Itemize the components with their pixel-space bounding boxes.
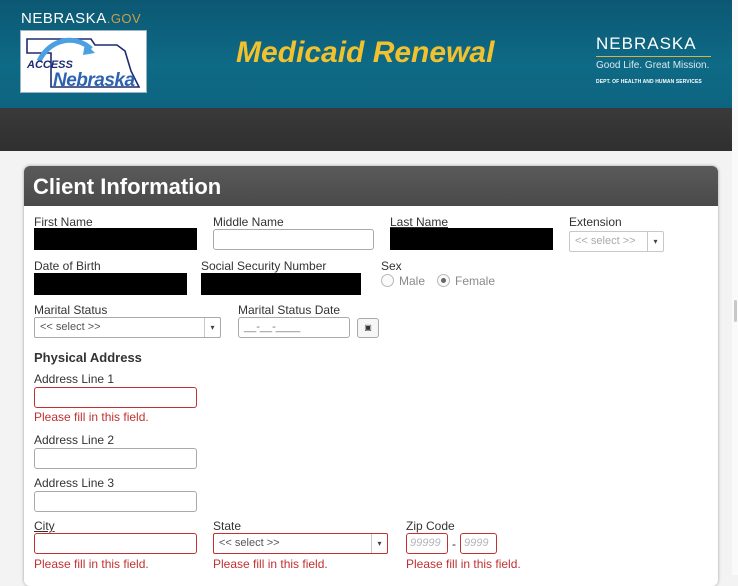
last-name-field-redacted[interactable] (390, 228, 553, 250)
first-name-label: First Name (34, 215, 93, 229)
brand-tagline: Good Life. Great Mission. (596, 60, 710, 71)
zip-separator: - (452, 537, 456, 551)
last-name-label: Last Name (390, 215, 449, 229)
address-line3-input[interactable] (34, 491, 197, 512)
address-line1-input[interactable] (34, 387, 197, 408)
address-line3-label: Address Line 3 (34, 476, 115, 490)
scrollbar-thumb[interactable] (734, 300, 737, 322)
address-line2-label: Address Line 2 (34, 433, 115, 447)
sex-female-radio[interactable] (437, 274, 450, 287)
city-label: City (34, 519, 55, 533)
date-of-birth-label: Date of Birth (34, 259, 101, 273)
address-line2-input[interactable] (34, 448, 197, 469)
middle-name-label: Middle Name (213, 215, 284, 229)
chevron-down-icon: ▾ (204, 318, 220, 337)
nebraska-gov-suffix: .GOV (106, 11, 142, 26)
state-label: State (213, 519, 242, 533)
sex-male-radio[interactable] (381, 274, 394, 287)
zip-extension-input[interactable]: 9999 (460, 533, 497, 554)
address-line1-error: Please fill in this field. (34, 410, 149, 424)
calendar-icon[interactable]: ▣ (357, 318, 379, 338)
ssn-field-redacted[interactable] (201, 273, 361, 295)
nav-bar (0, 108, 732, 151)
panel-title: Client Information (24, 166, 718, 206)
middle-name-input[interactable] (213, 229, 374, 250)
access-nebraska-logo[interactable]: ACCESS Nebraska (20, 30, 147, 93)
logo-nebraska-text: Nebraska (53, 70, 135, 91)
nebraska-dhhs-brand: NEBRASKA Good Life. Great Mission. DEPT.… (596, 34, 716, 85)
client-information-panel: Client Information First Name Middle Nam… (24, 166, 718, 586)
first-name-field-redacted[interactable] (34, 228, 197, 250)
nebraska-gov-prefix: NEBRASKA (21, 10, 107, 27)
site-banner: NEBRASKA.GOV ACCESS Nebraska Medicaid Re… (0, 0, 732, 108)
city-error: Please fill in this field. (34, 557, 149, 571)
sex-label: Sex (381, 259, 402, 273)
brand-name: NEBRASKA (596, 34, 697, 53)
zip-code-label: Zip Code (406, 519, 455, 533)
address-line1-label: Address Line 1 (34, 372, 115, 386)
state-error: Please fill in this field. (213, 557, 328, 571)
brand-divider (596, 56, 711, 57)
marital-status-select[interactable]: << select >> ▾ (34, 317, 221, 338)
brand-department: DEPT. OF HEALTH AND HUMAN SERVICES (596, 79, 702, 85)
nebraska-gov-link[interactable]: NEBRASKA.GOV (21, 10, 141, 27)
zip-code-input[interactable]: 99999 (406, 533, 448, 554)
extension-select-value: << select >> (575, 235, 636, 247)
page-title: Medicaid Renewal (236, 36, 495, 69)
zip-code-error: Please fill in this field. (406, 557, 521, 571)
city-input[interactable] (34, 533, 197, 554)
page-scrollbar[interactable] (732, 0, 738, 575)
marital-status-date-input[interactable]: __-__-____ (238, 317, 350, 338)
radio-selected-dot (441, 278, 446, 283)
extension-select[interactable]: << select >> ▾ (569, 231, 664, 252)
chevron-down-icon: ▾ (371, 534, 387, 553)
chevron-down-icon: ▾ (647, 232, 663, 251)
date-of-birth-field-redacted[interactable] (34, 273, 187, 295)
marital-status-date-label: Marital Status Date (238, 303, 341, 317)
sex-male-label: Male (399, 274, 426, 288)
sex-female-label: Female (455, 274, 496, 288)
state-select-value: << select >> (219, 537, 280, 549)
state-select[interactable]: << select >> ▾ (213, 533, 388, 554)
ssn-label: Social Security Number (201, 259, 327, 273)
extension-label: Extension (569, 215, 622, 229)
physical-address-heading: Physical Address (34, 350, 142, 365)
marital-status-select-value: << select >> (40, 321, 101, 333)
marital-status-label: Marital Status (34, 303, 108, 317)
